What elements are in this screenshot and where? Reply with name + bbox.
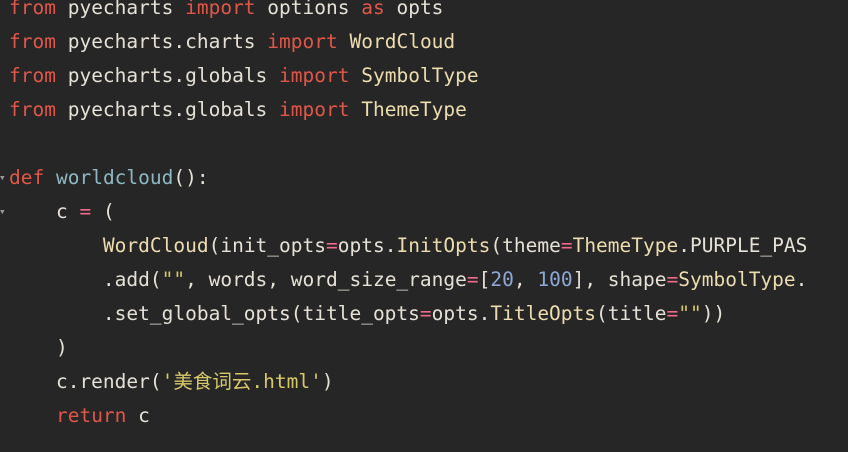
line-10-code: .set_global_opts(title_opts=opts.TitleOp…	[9, 297, 725, 331]
keyword-from: from	[9, 98, 56, 121]
method-call: c.render(	[9, 370, 162, 393]
separator: ,	[513, 268, 538, 291]
class-name: TitleOpts	[490, 302, 597, 325]
operator-assign: =	[79, 200, 92, 223]
number-literal: 20	[490, 268, 514, 291]
code-line-9[interactable]: .add("", words, word_size_range=[20, 100…	[0, 263, 808, 297]
keyword-from: from	[9, 30, 56, 53]
line-8-code: WordCloud(init_opts=opts.InitOpts(theme=…	[9, 229, 807, 263]
keyword-from: from	[9, 0, 56, 19]
class-name: InitOpts	[396, 234, 491, 257]
argument: (title	[596, 302, 667, 325]
code-line-7[interactable]: ▾ c = (	[0, 195, 115, 229]
line-13-code: return c	[9, 399, 150, 433]
module-ref: opts.	[337, 234, 397, 257]
return-value: c	[126, 404, 150, 427]
module-name: pyecharts.globals	[55, 98, 280, 121]
method-call: .add(	[9, 268, 162, 291]
keyword-import: import	[267, 30, 338, 53]
class-name: ThemeType	[572, 234, 679, 257]
attribute-dot: .	[795, 268, 808, 291]
keyword-def: def	[9, 166, 45, 189]
keyword-import: import	[185, 0, 256, 19]
module-name: pyecharts	[55, 0, 186, 19]
keyword-as: as	[361, 0, 385, 19]
module-name: pyecharts.globals	[55, 64, 280, 87]
line-12-code: c.render('美食词云.html')	[9, 365, 334, 399]
string-literal: ""	[161, 268, 186, 291]
line-9-code: .add("", words, word_size_range=[20, 100…	[9, 263, 808, 297]
open-bracket: [	[478, 268, 491, 291]
line-11-code: )	[9, 331, 68, 365]
argument: ], shape	[572, 268, 667, 291]
code-line-1[interactable]: from pyecharts import options as opts	[0, 0, 443, 25]
string-literal: '美食词云.html'	[161, 370, 322, 393]
line-4-code: from pyecharts.globals import ThemeType	[9, 93, 467, 127]
line-6-code: def worldcloud():	[9, 161, 209, 195]
fold-arrow-icon[interactable]: ▾	[0, 161, 6, 195]
function-name: worldcloud	[55, 166, 174, 189]
keyword-from: from	[9, 64, 56, 87]
close-paren: )	[321, 370, 334, 393]
operator-assign: =	[560, 234, 573, 257]
keyword-import: import	[279, 64, 350, 87]
class-name: SymbolType	[361, 64, 479, 87]
keyword-return: return	[55, 404, 127, 427]
code-line-11[interactable]: )	[0, 331, 68, 365]
attribute: .PURPLE_PAS	[678, 234, 808, 257]
operator-assign: =	[666, 268, 679, 291]
class-name: WordCloud	[349, 30, 456, 53]
fold-arrow-icon[interactable]: ▾	[0, 195, 6, 229]
class-name: WordCloud	[102, 234, 209, 257]
argument: (init_opts	[208, 234, 326, 257]
line-1-code: from pyecharts import options as opts	[9, 0, 443, 25]
code-line-5[interactable]	[0, 127, 47, 161]
number-literal: 100	[537, 268, 573, 291]
argument: (theme	[490, 234, 561, 257]
line-2-code: from pyecharts.charts import WordCloud	[9, 25, 455, 59]
close-parens: ))	[701, 302, 726, 325]
code-editor[interactable]: from pyecharts import options as opts fr…	[0, 0, 848, 452]
operator-assign: =	[419, 302, 432, 325]
class-name: ThemeType	[361, 98, 467, 121]
code-line-13[interactable]: return c	[0, 399, 150, 433]
operator-assign: =	[326, 234, 338, 257]
operator-assign: =	[666, 302, 679, 325]
open-paren: (	[91, 200, 115, 223]
argument: , words, word_size_range	[185, 268, 467, 291]
code-line-6[interactable]: ▾ def worldcloud():	[0, 161, 209, 195]
alias-name: opts	[384, 0, 444, 19]
code-line-8[interactable]: WordCloud(init_opts=opts.InitOpts(theme=…	[0, 229, 807, 263]
line-3-code: from pyecharts.globals import SymbolType	[9, 59, 479, 93]
code-line-2[interactable]: from pyecharts.charts import WordCloud	[0, 25, 455, 59]
imported-name: options	[255, 0, 362, 19]
class-name: SymbolType	[678, 268, 796, 291]
method-call: .set_global_opts(title_opts	[9, 302, 420, 325]
module-ref: opts.	[431, 302, 491, 325]
module-name: pyecharts.charts	[55, 30, 268, 53]
close-paren: )	[9, 336, 68, 359]
code-line-3[interactable]: from pyecharts.globals import SymbolType	[0, 59, 479, 93]
signature-punctuation: ():	[173, 166, 209, 189]
string-literal: ""	[678, 302, 702, 325]
code-line-12[interactable]: c.render('美食词云.html')	[0, 365, 334, 399]
operator-assign: =	[466, 268, 479, 291]
code-line-4[interactable]: from pyecharts.globals import ThemeType	[0, 93, 467, 127]
variable-c: c	[9, 200, 80, 223]
code-line-10[interactable]: .set_global_opts(title_opts=opts.TitleOp…	[0, 297, 725, 331]
keyword-import: import	[279, 98, 350, 121]
line-7-code: c = (	[9, 195, 115, 229]
